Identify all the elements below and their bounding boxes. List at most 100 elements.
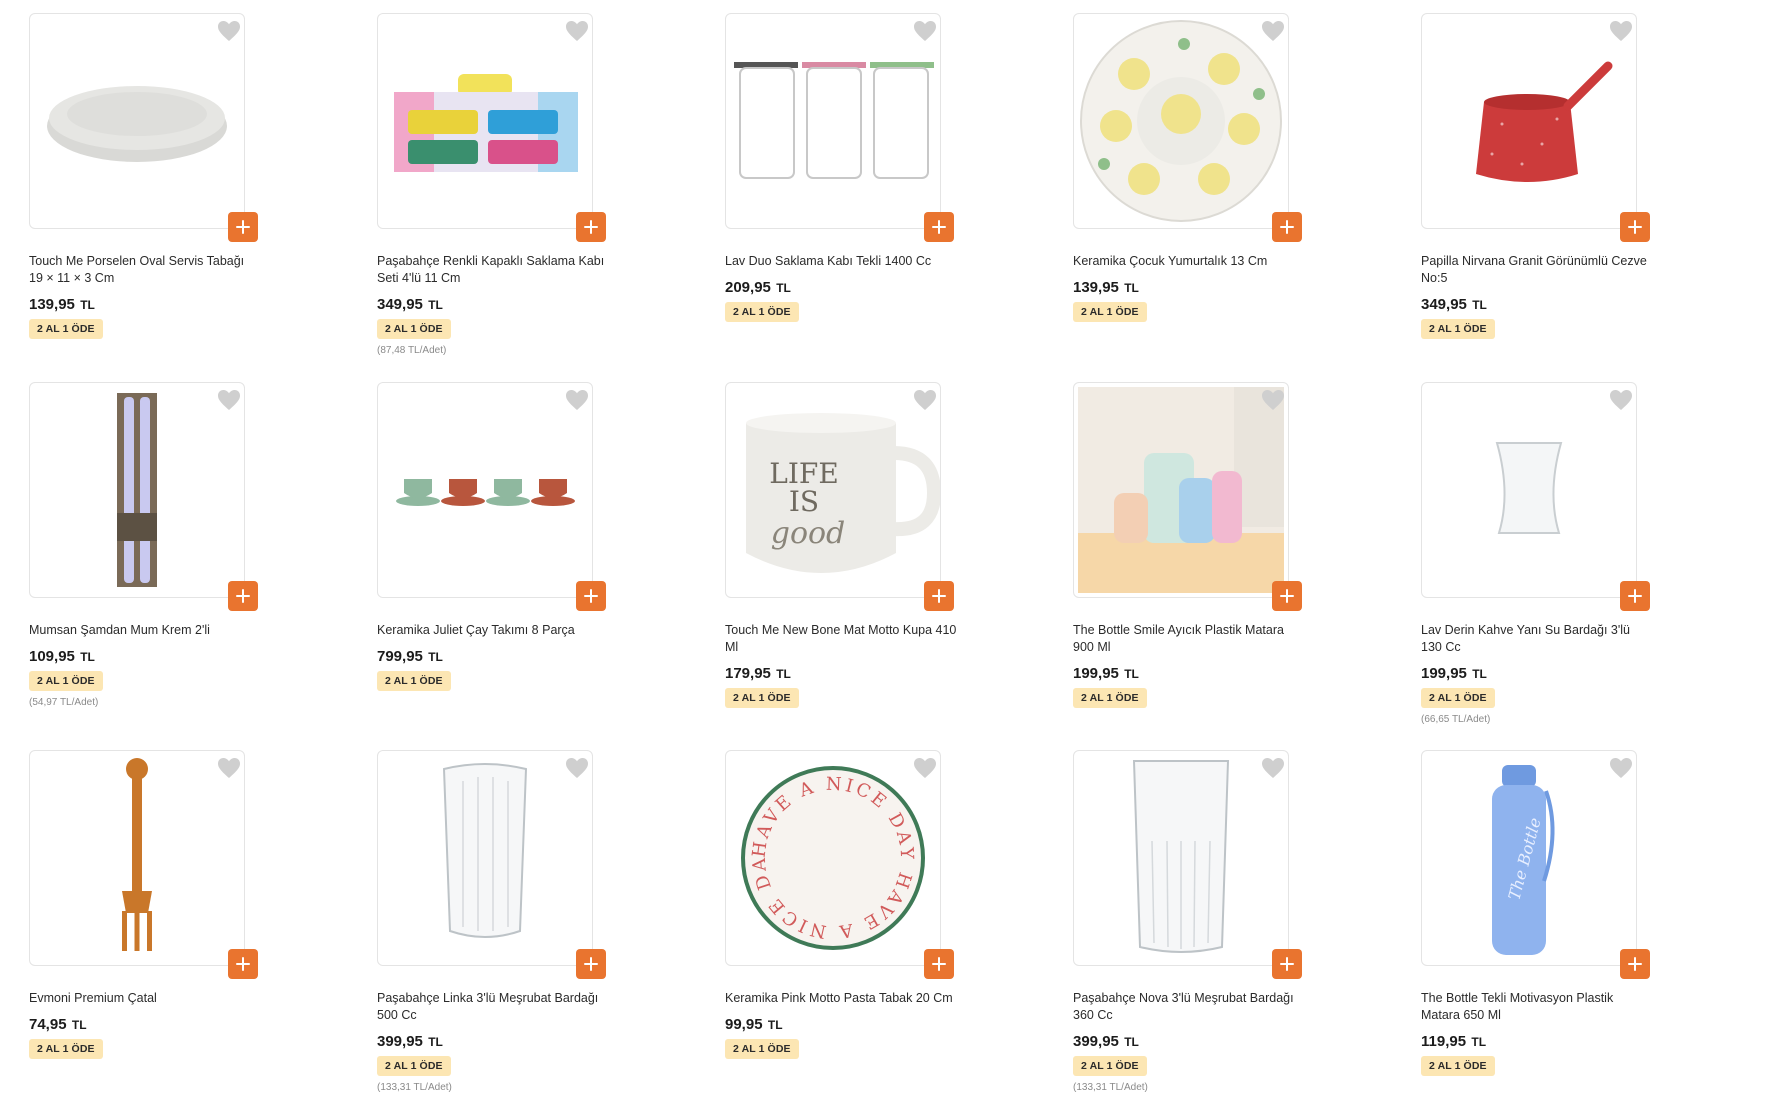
product-image[interactable]: LIFEISgood — [726, 383, 940, 597]
product-image-frame[interactable] — [29, 382, 258, 611]
price-currency: TL — [1120, 1035, 1139, 1049]
product-card[interactable]: Mumsan Şamdan Mum Krem 2'li 109,95 TL 2 … — [29, 382, 269, 708]
add-to-cart-button[interactable] — [1620, 212, 1650, 242]
product-card[interactable]: Keramika Juliet Çay Takımı 8 Parça 799,9… — [377, 382, 617, 697]
add-to-cart-button[interactable] — [576, 212, 606, 242]
product-price: 139,95 TL — [29, 296, 269, 313]
product-image-frame[interactable] — [377, 750, 606, 979]
favorite-heart-icon[interactable] — [912, 757, 938, 779]
product-image-frame[interactable]: The Bottle — [1421, 750, 1650, 979]
price-amount: 349,95 — [377, 296, 423, 313]
product-image-frame[interactable] — [29, 750, 258, 979]
price-amount: 349,95 — [1421, 296, 1467, 313]
product-price: 349,95 TL — [1421, 296, 1661, 313]
product-name[interactable]: Evmoni Premium Çatal — [29, 990, 261, 1007]
add-to-cart-button[interactable] — [576, 581, 606, 611]
product-card[interactable]: Touch Me Porselen Oval Servis Tabağı 19 … — [29, 13, 269, 345]
product-image-frame[interactable] — [1073, 382, 1302, 611]
product-image[interactable] — [378, 383, 592, 597]
favorite-heart-icon[interactable] — [1260, 20, 1286, 42]
product-name[interactable]: Touch Me New Bone Mat Motto Kupa 410 Ml — [725, 622, 957, 656]
favorite-heart-icon[interactable] — [912, 20, 938, 42]
favorite-heart-icon[interactable] — [564, 20, 590, 42]
product-name[interactable]: Papilla Nirvana Granit Görünümlü Cezve N… — [1421, 253, 1653, 287]
favorite-heart-icon[interactable] — [1608, 389, 1634, 411]
favorite-heart-icon[interactable] — [216, 757, 242, 779]
add-to-cart-button[interactable] — [924, 581, 954, 611]
product-card[interactable]: HAVE A NICE DAY HAVE A NICE DAY Keramika… — [725, 750, 965, 1065]
add-to-cart-button[interactable] — [1620, 949, 1650, 979]
product-image[interactable] — [1074, 14, 1288, 228]
add-to-cart-button[interactable] — [924, 212, 954, 242]
product-card[interactable]: Paşabahçe Nova 3'lü Meşrubat Bardağı 360… — [1073, 750, 1313, 1093]
favorite-heart-icon[interactable] — [216, 20, 242, 42]
price-amount: 139,95 — [29, 296, 75, 313]
add-to-cart-button[interactable] — [1272, 581, 1302, 611]
product-card[interactable]: LIFE IS good Touch Me New Bone Mat Motto K… — [725, 382, 965, 714]
product-image[interactable] — [378, 14, 592, 228]
product-price: 199,95 TL — [1073, 665, 1313, 682]
product-card[interactable]: Keramika Çocuk Yumurtalık 13 Cm 139,95 T… — [1073, 13, 1313, 328]
add-to-cart-button[interactable] — [924, 949, 954, 979]
product-card[interactable]: Paşabahçe Linka 3'lü Meşrubat Bardağı 50… — [377, 750, 617, 1093]
product-name[interactable]: The Bottle Smile Ayıcık Plastik Matara 9… — [1073, 622, 1305, 656]
product-image-frame[interactable] — [377, 13, 606, 242]
product-name[interactable]: Lav Derin Kahve Yanı Su Bardağı 3'lü 130… — [1421, 622, 1653, 656]
product-image-frame[interactable] — [1421, 13, 1650, 242]
product-image-frame[interactable] — [1073, 750, 1302, 979]
add-to-cart-button[interactable] — [1272, 212, 1302, 242]
product-card[interactable]: Lav Derin Kahve Yanı Su Bardağı 3'lü 130… — [1421, 382, 1661, 725]
product-image[interactable] — [30, 751, 244, 965]
favorite-heart-icon[interactable] — [216, 389, 242, 411]
favorite-heart-icon[interactable] — [1608, 20, 1634, 42]
add-to-cart-button[interactable] — [228, 949, 258, 979]
product-card[interactable]: The Bottle Smile Ayıcık Plastik Matara 9… — [1073, 382, 1313, 714]
product-name[interactable]: Mumsan Şamdan Mum Krem 2'li — [29, 622, 261, 639]
product-price: 139,95 TL — [1073, 279, 1313, 296]
product-image[interactable] — [1422, 14, 1636, 228]
product-name[interactable]: Keramika Pink Motto Pasta Tabak 20 Cm — [725, 990, 957, 1007]
campaign-badge: 2 AL 1 ÖDE — [725, 688, 799, 708]
product-image[interactable]: The Bottle — [1422, 751, 1636, 965]
product-card[interactable]: The Bottle The Bottle Tekli Motivasyon P… — [1421, 750, 1661, 1082]
favorite-heart-icon[interactable] — [1608, 757, 1634, 779]
product-card[interactable]: Paşabahçe Renkli Kapaklı Saklama Kabı Se… — [377, 13, 617, 356]
favorite-heart-icon[interactable] — [1260, 757, 1286, 779]
product-image[interactable]: HAVE A NICE DAY HAVE A NICE DAY — [726, 751, 940, 965]
product-card[interactable]: Lav Duo Saklama Kabı Tekli 1400 Cc 209,9… — [725, 13, 965, 328]
product-image[interactable] — [1422, 383, 1636, 597]
product-image-frame[interactable] — [377, 382, 606, 611]
add-to-cart-button[interactable] — [228, 581, 258, 611]
product-image[interactable] — [30, 14, 244, 228]
product-name[interactable]: Keramika Juliet Çay Takımı 8 Parça — [377, 622, 609, 639]
campaign-badge: 2 AL 1 ÖDE — [1073, 302, 1147, 322]
product-image[interactable] — [378, 751, 592, 965]
product-image-frame[interactable]: HAVE A NICE DAY HAVE A NICE DAY — [725, 750, 954, 979]
favorite-heart-icon[interactable] — [1260, 389, 1286, 411]
add-to-cart-button[interactable] — [1620, 581, 1650, 611]
add-to-cart-button[interactable] — [1272, 949, 1302, 979]
product-name[interactable]: Paşabahçe Renkli Kapaklı Saklama Kabı Se… — [377, 253, 609, 287]
product-name[interactable]: The Bottle Tekli Motivasyon Plastik Mata… — [1421, 990, 1653, 1024]
product-name[interactable]: Touch Me Porselen Oval Servis Tabağı 19 … — [29, 253, 261, 287]
favorite-heart-icon[interactable] — [564, 389, 590, 411]
favorite-heart-icon[interactable] — [564, 757, 590, 779]
product-name[interactable]: Paşabahçe Linka 3'lü Meşrubat Bardağı 50… — [377, 990, 609, 1024]
product-name[interactable]: Keramika Çocuk Yumurtalık 13 Cm — [1073, 253, 1305, 270]
product-image[interactable] — [30, 383, 244, 597]
product-image-frame[interactable] — [29, 13, 258, 242]
product-name[interactable]: Paşabahçe Nova 3'lü Meşrubat Bardağı 360… — [1073, 990, 1305, 1024]
product-image-frame[interactable]: LIFE IS good — [725, 382, 954, 611]
add-to-cart-button[interactable] — [228, 212, 258, 242]
product-image[interactable] — [726, 14, 940, 228]
product-image-frame[interactable] — [725, 13, 954, 242]
favorite-heart-icon[interactable] — [912, 389, 938, 411]
product-image-frame[interactable] — [1073, 13, 1302, 242]
product-card[interactable]: Evmoni Premium Çatal 74,95 TL 2 AL 1 ÖDE — [29, 750, 269, 1065]
product-image[interactable] — [1074, 751, 1288, 965]
product-name[interactable]: Lav Duo Saklama Kabı Tekli 1400 Cc — [725, 253, 957, 270]
product-card[interactable]: Papilla Nirvana Granit Görünümlü Cezve N… — [1421, 13, 1661, 345]
product-image-frame[interactable] — [1421, 382, 1650, 611]
product-image[interactable] — [1074, 383, 1288, 597]
add-to-cart-button[interactable] — [576, 949, 606, 979]
